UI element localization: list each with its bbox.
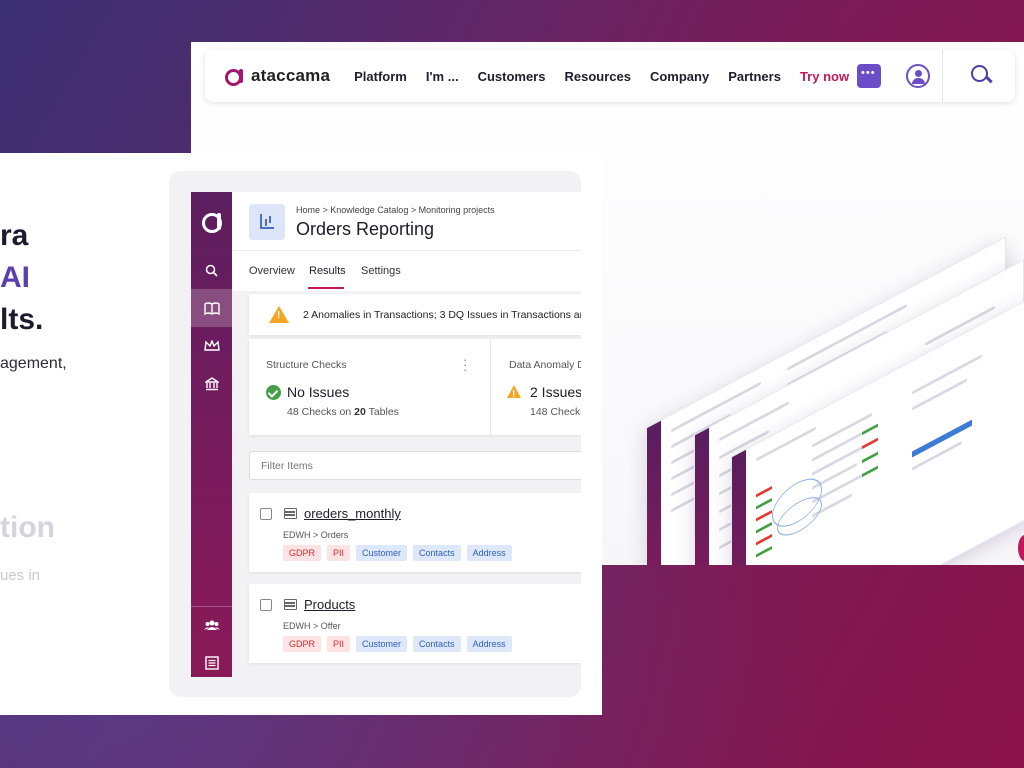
page-title: Orders Reporting — [296, 219, 435, 239]
tag-pii[interactable]: PII — [327, 636, 351, 652]
logo-text: ataccama — [251, 66, 331, 85]
anomaly-checks-title: Data Anomaly D — [509, 359, 581, 371]
checks-summary: Structure Checks · · · No Issues 48 Checks… — [249, 339, 581, 435]
filter-input[interactable] — [249, 451, 581, 480]
list-icon[interactable] — [191, 644, 232, 682]
search-icon[interactable] — [970, 64, 994, 88]
app-logo-icon[interactable] — [202, 210, 222, 233]
front-card: ra AI lts. agement, tion ues in Home > K… — [0, 153, 602, 715]
nav-link-resources[interactable]: Resources — [564, 69, 630, 84]
nav-link-im[interactable]: I'm ... — [426, 69, 459, 84]
table-icon — [284, 508, 297, 519]
crown-icon[interactable] — [191, 327, 232, 365]
anomaly-status: 2 Issues — [530, 384, 581, 400]
nav-link-platform[interactable]: Platform — [354, 69, 407, 84]
hero-heading-line-2: AI — [0, 261, 30, 294]
check-circle-icon — [266, 385, 281, 400]
item-tags: GDPR PII Customer Contacts Address — [283, 545, 518, 561]
active-tab-indicator — [308, 287, 344, 289]
search-icon[interactable] — [191, 251, 232, 289]
item-path: EDWH > Offer — [283, 621, 341, 631]
tag-gdpr[interactable]: GDPR — [283, 636, 322, 652]
faded-subtitle: ues in — [0, 567, 41, 584]
breadcrumb[interactable]: Home > Knowledge Catalog > Monitoring pr… — [296, 205, 495, 215]
item-path: EDWH > Orders — [283, 530, 349, 540]
anomaly-count: 148 Checks — [530, 406, 581, 418]
item-checkbox[interactable] — [260, 599, 272, 611]
report-chart-icon — [249, 204, 285, 240]
issues-alert[interactable]: 2 Anomalies in Transactions; 3 DQ Issues… — [249, 294, 581, 335]
tag-address[interactable]: Address — [466, 636, 512, 652]
book-icon[interactable] — [191, 289, 232, 327]
tab-results[interactable]: Results — [309, 265, 346, 277]
users-icon[interactable] — [191, 606, 232, 644]
tag-pii[interactable]: PII — [327, 545, 351, 561]
item-checkbox[interactable] — [260, 508, 272, 520]
app-window: Home > Knowledge Catalog > Monitoring pr… — [169, 171, 581, 697]
mockup-sidebar — [695, 427, 709, 565]
list-item[interactable]: oreders_monthly EDWH > Orders GDPR PII C… — [249, 493, 581, 572]
mockup-sidebar — [647, 420, 661, 565]
mockup-sidebar — [732, 449, 746, 565]
user-icon[interactable] — [906, 64, 930, 88]
nav-divider — [942, 50, 943, 102]
chat-icon[interactable] — [857, 64, 881, 88]
tab-bar: Overview Results Settings — [232, 250, 581, 291]
nav-link-company[interactable]: Company — [650, 69, 709, 84]
structure-count: 48 Checks on 20 Tables — [287, 406, 399, 418]
structure-checks-title: Structure Checks — [266, 359, 347, 371]
nav-link-customers[interactable]: Customers — [478, 69, 546, 84]
page-header: Home > Knowledge Catalog > Monitoring pr… — [232, 192, 581, 250]
hero-text: ra AI lts. agement, tion ues in — [0, 153, 170, 715]
tag-address[interactable]: Address — [466, 545, 512, 561]
hero-heading-line-3: lts. — [0, 303, 44, 336]
tag-contacts[interactable]: Contacts — [413, 636, 461, 652]
item-name-link[interactable]: Products — [304, 597, 355, 612]
structure-status: No Issues — [287, 384, 350, 400]
tag-gdpr[interactable]: GDPR — [283, 545, 322, 561]
list-item[interactable]: Products EDWH > Offer GDPR PII Customer … — [249, 584, 581, 663]
more-options-icon[interactable]: · · · — [463, 353, 467, 376]
item-tags: GDPR PII Customer Contacts Address — [283, 636, 518, 652]
warning-icon — [507, 385, 521, 400]
checks-divider — [490, 339, 491, 435]
tab-settings[interactable]: Settings — [361, 265, 401, 277]
ataccama-logo-icon — [225, 68, 245, 86]
table-icon — [284, 599, 297, 610]
nav-links: Platform I'm ... Customers Resources Com… — [354, 69, 868, 84]
tag-customer[interactable]: Customer — [356, 636, 408, 652]
warning-icon — [269, 306, 289, 323]
bank-icon[interactable] — [191, 365, 232, 403]
faded-heading: tion — [0, 511, 55, 544]
hero-heading-line-1: ra — [0, 219, 29, 252]
site-navbar: ataccama Platform I'm ... Customers Reso… — [205, 50, 1015, 102]
site-logo[interactable]: ataccama — [225, 66, 330, 86]
tag-contacts[interactable]: Contacts — [413, 545, 461, 561]
app-sidebar — [191, 192, 232, 677]
nav-link-partners[interactable]: Partners — [728, 69, 781, 84]
alert-text: 2 Anomalies in Transactions; 3 DQ Issues… — [303, 309, 581, 321]
try-now-link[interactable]: Try now — [800, 69, 849, 84]
app-main: Home > Knowledge Catalog > Monitoring pr… — [232, 192, 581, 697]
hero-subtitle: agement, — [0, 355, 67, 372]
tab-overview[interactable]: Overview — [249, 265, 295, 277]
item-name-link[interactable]: oreders_monthly — [304, 506, 401, 521]
tag-customer[interactable]: Customer — [356, 545, 408, 561]
